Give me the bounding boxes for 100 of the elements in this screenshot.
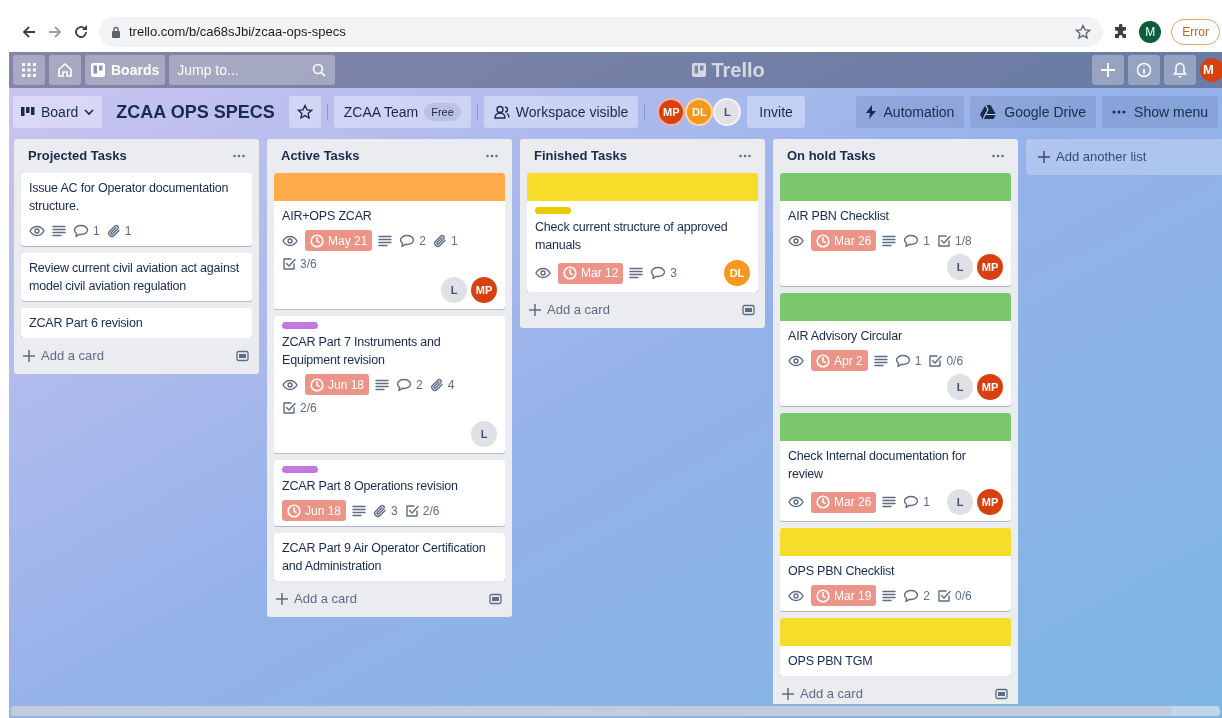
profile-avatar[interactable]: M (1139, 21, 1162, 43)
comment-icon (903, 588, 920, 603)
member-avatar[interactable]: MP (977, 254, 1003, 280)
description-icon (52, 224, 66, 237)
list-title[interactable]: Projected Tasks (28, 146, 127, 166)
address-bar[interactable]: trello.com/b/ca68sJbi/zcaa-ops-specs (99, 17, 1104, 47)
checklist-icon (928, 353, 943, 368)
clock-icon (816, 588, 830, 603)
drive-button[interactable]: Google Drive (970, 96, 1097, 128)
clock-icon (310, 233, 324, 248)
plus-icon (1100, 62, 1116, 78)
member-avatar[interactable]: MP (977, 374, 1003, 400)
board-view-button[interactable]: Board (13, 96, 103, 128)
card[interactable]: ZCAR Part 9 Air Operator Certification and Administration (274, 533, 505, 581)
bell-icon (1173, 62, 1187, 78)
checklist-count: 1/8 (955, 232, 972, 250)
card[interactable]: AIR+OPS ZCAR May 21 2 1 3/6 L MP (274, 173, 505, 309)
create-button[interactable] (1092, 55, 1124, 85)
checklist-count: 2/6 (422, 502, 440, 520)
template-button[interactable] (742, 304, 755, 316)
card[interactable]: Check Internal documentation for review Mar 26 1 L MP (780, 413, 1011, 521)
add-card-button[interactable]: Add a card (276, 589, 357, 609)
paperclip-icon (433, 233, 448, 248)
clock-icon (816, 233, 830, 248)
card[interactable]: AIR Advisory Circular Apr 2 1 0/6 L MP (780, 293, 1011, 406)
more-icon (992, 154, 1004, 158)
list-title[interactable]: Active Tasks (281, 146, 360, 166)
list-title[interactable]: On hold Tasks (787, 146, 876, 166)
user-avatar[interactable]: M (1200, 58, 1222, 82)
paperclip-icon (429, 377, 444, 392)
description-icon (378, 234, 393, 247)
invite-button[interactable]: Invite (747, 96, 805, 128)
comment-icon (903, 233, 920, 248)
card-title: Check current structure of approved manuals (535, 219, 729, 254)
template-button[interactable] (995, 688, 1008, 700)
add-card-button[interactable]: Add a card (23, 346, 104, 366)
visibility-button[interactable]: Workspace visible (483, 96, 639, 128)
comment-icon (894, 353, 911, 368)
add-list-button[interactable]: Add another list (1026, 139, 1222, 175)
checklist-icon (282, 256, 296, 271)
member-avatar[interactable]: L (713, 98, 742, 126)
attachment-count: 3 (391, 502, 398, 520)
card[interactable]: OPS PBN TGM (780, 618, 1011, 676)
eye-icon (788, 354, 804, 367)
card-title: ZCAR Part 9 Air Operator Certification and Administration (282, 540, 487, 575)
add-card-button[interactable]: Add a card (529, 300, 610, 320)
apps-button[interactable] (13, 55, 45, 85)
member-avatar[interactable]: L (947, 254, 973, 280)
card-title: AIR+OPS ZCAR (282, 208, 373, 225)
description-icon (882, 496, 897, 508)
eye-icon (282, 378, 298, 391)
plus-icon (1038, 151, 1050, 163)
info-button[interactable] (1128, 55, 1160, 85)
card[interactable]: OPS PBN Checklist Mar 19 2 0/6 (780, 528, 1011, 611)
card-title: Check Internal documentation for review (788, 448, 967, 483)
description-icon (629, 267, 644, 279)
more-icon (486, 154, 498, 158)
member-avatar[interactable]: L (947, 374, 973, 400)
star-icon (1075, 24, 1092, 40)
grid-icon (22, 63, 36, 77)
clock-icon (310, 377, 324, 392)
card[interactable]: Issue AC for Operator documentation structure. 1 1 (21, 173, 252, 246)
template-button[interactable] (236, 350, 249, 362)
member-avatar[interactable]: MP (977, 489, 1003, 515)
template-button[interactable] (489, 593, 502, 605)
card[interactable]: ZCAR Part 6 revision (21, 308, 252, 338)
plan-badge: Free (424, 103, 461, 121)
automation-button[interactable]: Automation (855, 96, 965, 128)
comment-count: 1 (923, 232, 931, 250)
comment-icon (903, 495, 920, 509)
member-avatar[interactable]: L (947, 489, 973, 515)
star-icon (296, 104, 313, 120)
checklist-icon (282, 400, 296, 415)
member-avatar[interactable]: MP (657, 98, 686, 126)
back-icon (21, 24, 37, 40)
board-title[interactable]: ZCAA OPS SPECS (108, 98, 283, 126)
card-title: ZCAR Part 8 Operations revision (282, 478, 459, 495)
card[interactable]: ZCAR Part 7 Instruments and Equipment revision Jun 18 2 4 2/6 L (274, 316, 505, 453)
checklist-count: 0/6 (955, 587, 972, 605)
horizontal-scrollbar[interactable] (11, 706, 1220, 716)
comment-count: 1 (923, 494, 931, 511)
comment-count: 2 (923, 587, 931, 605)
member-avatar[interactable]: L (441, 277, 467, 303)
team-button[interactable]: ZCAA Team Free (333, 96, 471, 128)
member-avatar[interactable]: L (471, 421, 497, 447)
card[interactable]: Review current civil aviation act against model civil aviation regulation (21, 253, 252, 301)
home-icon (57, 62, 73, 78)
description-icon (375, 378, 390, 391)
add-card-button[interactable]: Add a card (782, 684, 863, 704)
show-menu-button[interactable]: Show menu (1102, 96, 1218, 128)
eye-icon (29, 224, 45, 237)
card[interactable]: AIR PBN Checklist Mar 26 1 1/8 L MP (780, 173, 1011, 286)
star-button[interactable] (288, 96, 321, 128)
list-title[interactable]: Finished Tasks (534, 146, 627, 166)
lightning-icon (865, 105, 876, 119)
people-icon (493, 105, 510, 119)
description-icon (882, 589, 897, 602)
member-avatar[interactable]: MP (471, 277, 497, 303)
plus-icon (23, 350, 35, 362)
comment-count: 3 (670, 265, 678, 282)
